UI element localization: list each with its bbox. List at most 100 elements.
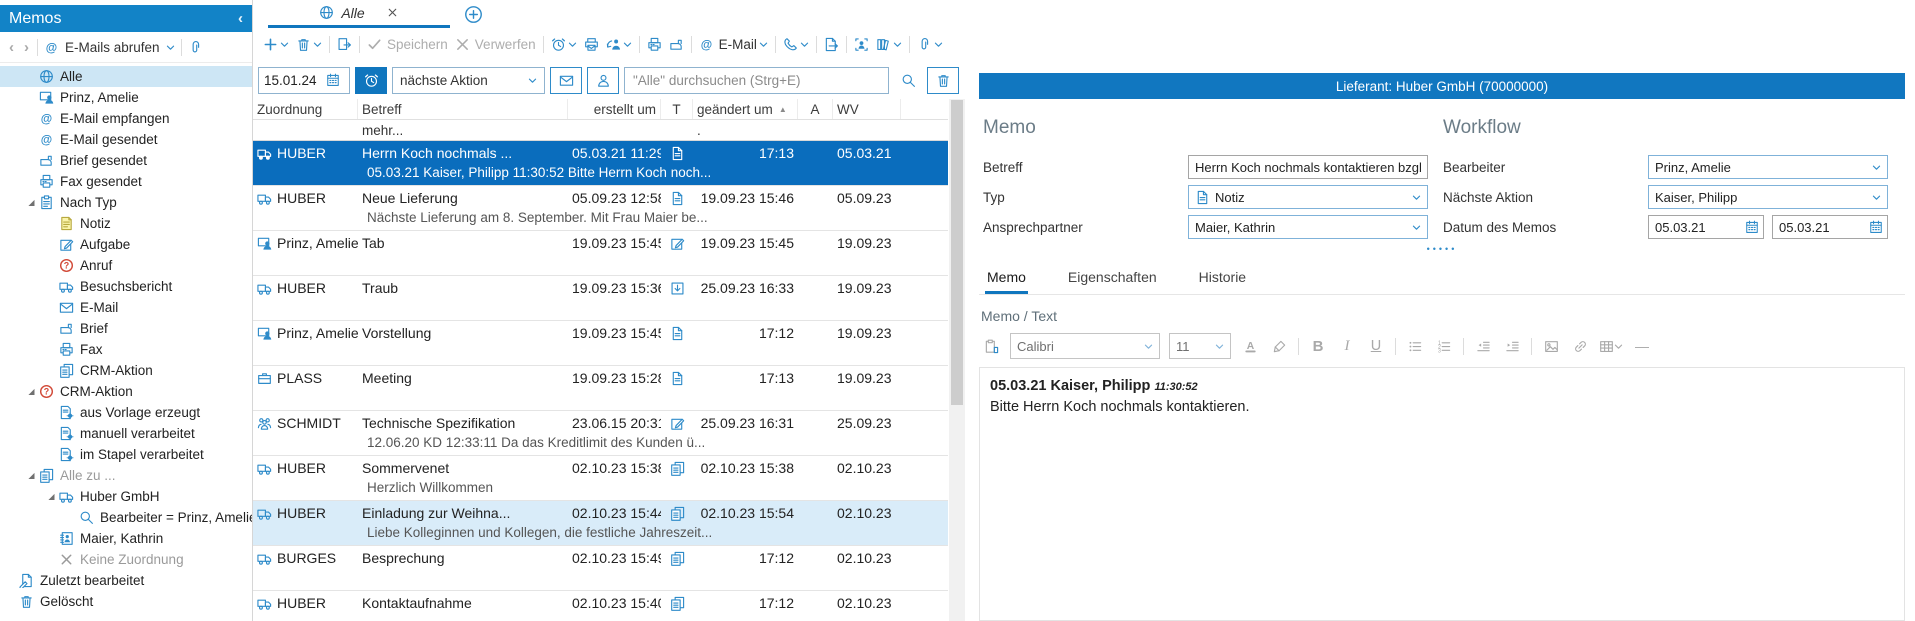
memo-row-herrn-koch-nochmals[interactable]: HUBERHerrn Koch nochmals ...05.03.21 11:…	[253, 141, 948, 186]
contact-lookup-icon[interactable]	[854, 37, 869, 52]
export-document-icon[interactable]	[824, 37, 839, 52]
library-button[interactable]	[876, 37, 902, 52]
memo-row-kontaktaufnahme[interactable]: HUBERKontaktaufnahme02.10.23 15:4017:120…	[253, 591, 948, 621]
tab-alle[interactable]: Alle	[268, 0, 450, 28]
search-button[interactable]	[894, 67, 922, 94]
save-button[interactable]: Speichern	[367, 37, 448, 52]
sidebar-item-brief-gesendet[interactable]: Brief gesendet	[0, 150, 252, 171]
sidebar-item-aus-vorlage-erzeugt[interactable]: aus Vorlage erzeugt	[0, 402, 252, 423]
italic-button[interactable]: I	[1337, 335, 1357, 357]
expand-triangle-icon[interactable]: ◢	[24, 198, 39, 207]
calendar-icon[interactable]	[1869, 220, 1883, 234]
betreff-input[interactable]	[1195, 160, 1421, 175]
expand-triangle-icon[interactable]: ◢	[24, 387, 39, 396]
tab-historie[interactable]: Historie	[1197, 262, 1248, 294]
tab-memo[interactable]: Memo	[985, 262, 1028, 294]
fax-icon[interactable]	[647, 37, 662, 52]
typ-select[interactable]: Notiz	[1188, 185, 1428, 209]
mailbox-icon[interactable]	[669, 37, 684, 52]
email-button[interactable]: @E-Mail	[699, 37, 768, 52]
phone-button[interactable]	[783, 37, 809, 52]
sidebar-item-crm-aktion[interactable]: ◢?CRM-Aktion	[0, 381, 252, 402]
sidebar-item-notiz[interactable]: Notiz	[0, 213, 252, 234]
memo-date-input-1[interactable]	[1655, 220, 1719, 235]
memo-row-sommervenet[interactable]: HUBERSommervenet02.10.23 15:3802.10.23 1…	[253, 456, 948, 501]
person-filter-button[interactable]	[587, 67, 619, 94]
sidebar-item-crm-aktion[interactable]: CRM-Aktion	[0, 360, 252, 381]
sidebar-item-nach-typ[interactable]: ◢Nach Typ	[0, 192, 252, 213]
nav-forward-icon[interactable]: ›	[22, 39, 31, 56]
tab-eigenschaften[interactable]: Eigenschaften	[1066, 262, 1159, 294]
filter-date-input[interactable]	[264, 73, 322, 88]
highlight-button[interactable]	[1269, 335, 1289, 357]
more-link[interactable]: mehr...	[358, 123, 568, 138]
bullet-list-button[interactable]	[1405, 335, 1425, 357]
sidebar-item-aufgabe[interactable]: Aufgabe	[0, 234, 252, 255]
sidebar-item-alle[interactable]: Alle	[0, 66, 252, 87]
insert-link-button[interactable]	[1570, 335, 1590, 357]
email-filter-button[interactable]	[550, 67, 582, 94]
reminder-filter-button[interactable]	[355, 67, 387, 94]
scrollbar-thumb[interactable]	[951, 100, 963, 405]
sidebar-item-huber-gmbh[interactable]: ◢Huber GmbH	[0, 486, 252, 507]
calendar-icon[interactable]	[326, 73, 340, 87]
horizontal-rule-button[interactable]: —	[1632, 335, 1652, 357]
betreff-field[interactable]	[1188, 155, 1428, 179]
search-input[interactable]	[633, 73, 880, 88]
expand-triangle-icon[interactable]: ◢	[44, 492, 59, 501]
insert-image-button[interactable]	[1541, 335, 1561, 357]
sidebar-item-besuchsbericht[interactable]: Besuchsbericht	[0, 276, 252, 297]
memo-row-vorstellung[interactable]: Prinz, AmelieVorstellung19.09.23 15:4517…	[253, 321, 948, 366]
underline-button[interactable]: U	[1366, 335, 1386, 357]
memo-row-traub[interactable]: HUBERTraub19.09.23 15:3625.09.23 16:3319…	[253, 276, 948, 321]
nav-back-icon[interactable]: ‹	[7, 39, 16, 56]
sidebar-item-gelöscht[interactable]: Gelöscht	[0, 591, 252, 612]
column-header-geaendert[interactable]: geändert um▲	[693, 99, 798, 119]
column-header-erstellt[interactable]: erstellt um	[568, 99, 661, 119]
paste-template-button[interactable]	[981, 335, 1001, 357]
search-field[interactable]	[624, 67, 889, 94]
sidebar-item-zuletzt-bearbeitet[interactable]: Zuletzt bearbeitet	[0, 570, 252, 591]
clear-filter-button[interactable]	[927, 67, 959, 94]
sidebar-item-e-mail-empfangen[interactable]: @E-Mail empfangen	[0, 108, 252, 129]
memo-row-meeting[interactable]: PLASSMeeting19.09.23 15:2817:1319.09.23	[253, 366, 948, 411]
sidebar-item-im-stapel-verarbeitet[interactable]: im Stapel verarbeitet	[0, 444, 252, 465]
memo-row-besprechung[interactable]: BURGESBesprechung02.10.23 15:4917:1202.1…	[253, 546, 948, 591]
expand-triangle-icon[interactable]: ◢	[24, 471, 39, 480]
sidebar-item-bearbeiter-prinz-amelie[interactable]: Bearbeiter = Prinz, Amelie	[0, 507, 252, 528]
memo-date-input-2[interactable]	[1779, 220, 1843, 235]
sidebar-item-keine-zuordnung[interactable]: Keine Zuordnung	[0, 549, 252, 570]
sidebar-item-anruf[interactable]: ?Anruf	[0, 255, 252, 276]
sidebar-item-e-mail[interactable]: E-Mail	[0, 297, 252, 318]
ansprechpartner-select[interactable]: Maier, Kathrin	[1188, 215, 1428, 239]
attachment-button[interactable]	[917, 37, 943, 52]
column-header-t[interactable]: T	[661, 99, 693, 119]
outdent-button[interactable]	[1473, 335, 1493, 357]
naechste-aktion-select[interactable]: Kaiser, Philipp	[1648, 185, 1888, 209]
memo-row-technische-spezifikation[interactable]: SCHMIDTTechnische Spezifikation23.06.15 …	[253, 411, 948, 456]
forward-contact-button[interactable]	[606, 37, 632, 52]
vertical-scrollbar[interactable]	[949, 99, 965, 621]
print-mail-icon[interactable]	[584, 37, 599, 52]
delete-button[interactable]	[296, 37, 322, 52]
convert-document-button[interactable]	[337, 37, 352, 52]
column-header-wv[interactable]: WV	[833, 99, 901, 119]
column-header-zuordnung[interactable]: Zuordnung	[253, 99, 358, 119]
sidebar-item-e-mail-gesendet[interactable]: @E-Mail gesendet	[0, 129, 252, 150]
numbered-list-button[interactable]: 123	[1434, 335, 1454, 357]
panel-splitter-handle[interactable]: •••••	[979, 244, 1905, 258]
font-color-button[interactable]: A	[1240, 335, 1260, 357]
memo-row-neue-lieferung[interactable]: HUBERNeue Lieferung05.09.23 12:5819.09.2…	[253, 186, 948, 231]
bearbeiter-select[interactable]: Prinz, Amelie	[1648, 155, 1888, 179]
next-action-select[interactable]: nächste Aktion	[392, 67, 545, 94]
sidebar-item-alle-zu[interactable]: ◢Alle zu ...	[0, 465, 252, 486]
filter-date-field[interactable]	[258, 67, 350, 94]
font-size-select[interactable]: 11	[1169, 333, 1231, 359]
sidebar-item-maier-kathrin[interactable]: Maier, Kathrin	[0, 528, 252, 549]
font-select[interactable]: Calibri	[1010, 333, 1160, 359]
fetch-emails-button[interactable]: E-Mails abrufen	[65, 40, 160, 55]
collapse-sidebar-icon[interactable]: ‹	[238, 10, 243, 27]
reminder-button[interactable]	[551, 37, 577, 52]
insert-table-button[interactable]	[1599, 335, 1623, 357]
column-header-a[interactable]: A	[798, 99, 833, 119]
